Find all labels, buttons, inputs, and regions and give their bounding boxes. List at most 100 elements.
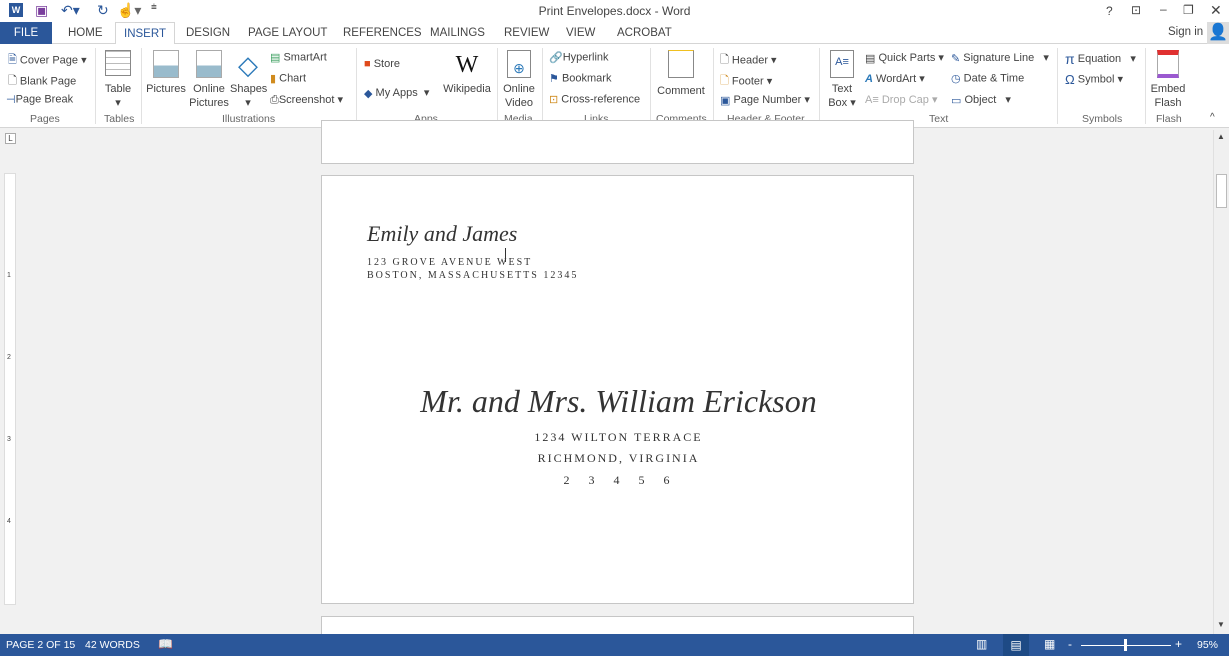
quick-parts-button[interactable]: ▤ Quick Parts ▾ (865, 51, 944, 65)
word-count[interactable]: 42 WORDS (85, 639, 140, 651)
pictures-button[interactable]: Pictures (145, 50, 187, 96)
date-time-button[interactable]: ◷ Date & Time (951, 72, 1024, 85)
my-apps-icon: ◆ (364, 87, 373, 100)
sign-in-link[interactable]: Sign in (1168, 26, 1203, 38)
page-number-icon: ▣ (720, 94, 731, 107)
minimize-button[interactable]: – (1160, 2, 1167, 16)
screenshot-button[interactable]: ⎙Screenshot ▾ (270, 93, 343, 107)
scroll-down-icon[interactable]: ▼ (1217, 620, 1225, 629)
wordart-button[interactable]: A WordArt ▾ (865, 72, 925, 85)
scrollbar-thumb[interactable] (1216, 174, 1227, 208)
cover-page-button[interactable]: 🗎 Cover Page ▾ (8, 51, 87, 70)
store-button[interactable]: ■ Store (364, 58, 400, 70)
tab-mailings[interactable]: MAILINGS (422, 22, 493, 44)
zoom-in-button[interactable]: + (1175, 637, 1182, 651)
envelope-page[interactable]: Emily and James 123 GROVE AVENUE WEST BO… (321, 175, 914, 604)
object-icon: ▭ (951, 94, 962, 107)
ruler-mark: 4 (7, 518, 11, 525)
cross-reference-icon: ⊡ (549, 94, 559, 106)
restore-button[interactable]: ❐ (1183, 3, 1194, 17)
zoom-out-button[interactable]: - (1068, 637, 1072, 651)
comment-button[interactable]: Comment (654, 50, 708, 98)
zoom-slider-thumb[interactable] (1124, 639, 1127, 651)
header-icon: 🗋 (720, 54, 729, 66)
tab-home[interactable]: HOME (60, 22, 111, 44)
avatar[interactable]: 👤 (1207, 22, 1229, 44)
tab-selector-icon[interactable]: L (5, 133, 16, 144)
group-label-pages: Pages (30, 113, 60, 125)
collapse-ribbon-icon[interactable]: ^ (1210, 112, 1215, 123)
table-button[interactable]: Table ▾ (100, 50, 136, 110)
group-label-text: Text (929, 113, 949, 125)
group-label-illustrations: Illustrations (222, 113, 276, 125)
proofing-icon[interactable]: 📖 (158, 637, 173, 651)
comment-icon (668, 50, 694, 78)
screenshot-icon: ⎙ (270, 93, 279, 106)
shapes-button[interactable]: ◇ Shapes ▾ (230, 50, 267, 110)
chart-button[interactable]: ▮ Chart (270, 72, 306, 85)
zoom-level[interactable]: 95% (1197, 639, 1218, 651)
online-video-button[interactable]: ⊕ Online Video (500, 50, 538, 110)
ribbon: 🗎 Cover Page ▾ 🗋 Blank Page ⊣Page Break … (0, 44, 1229, 128)
vertical-ruler[interactable]: 1 2 3 4 (4, 173, 16, 605)
signature-line-button[interactable]: ✎ Signature Line ▾ (951, 51, 1049, 65)
ribbon-tabs: FILE HOME INSERT DESIGN PAGE LAYOUT REFE… (0, 22, 1229, 45)
store-icon: ■ (364, 58, 371, 71)
my-apps-button[interactable]: ◆ My Apps ▾ (364, 86, 429, 100)
online-pictures-button[interactable]: Online Pictures (188, 50, 230, 110)
page-count[interactable]: PAGE 2 OF 15 (6, 639, 75, 651)
blank-page-button[interactable]: 🗋 Blank Page (8, 72, 76, 91)
wikipedia-button[interactable]: W Wikipedia (440, 50, 494, 96)
embed-flash-button[interactable]: Embed Flash (1148, 50, 1188, 110)
blank-page-icon: 🗋 (8, 75, 17, 87)
group-label-tables: Tables (104, 113, 135, 125)
tab-page-layout[interactable]: PAGE LAYOUT (240, 22, 335, 44)
tab-view[interactable]: VIEW (558, 22, 603, 44)
page-break-icon: ⊣ (6, 94, 16, 106)
group-label-symbols: Symbols (1082, 113, 1123, 125)
status-bar: PAGE 2 OF 15 42 WORDS 📖 ▥ ▤ ▦ - + 95% (0, 634, 1229, 656)
smartart-button[interactable]: ▤ SmartArt (270, 51, 327, 64)
tab-references[interactable]: REFERENCES (335, 22, 430, 44)
smartart-icon: ▤ (270, 52, 281, 64)
text-box-icon: A≡ (830, 50, 854, 78)
symbol-button[interactable]: Ω Symbol ▾ (1065, 72, 1123, 87)
drop-cap-button[interactable]: A≡ Drop Cap ▾ (865, 93, 937, 106)
cover-page-icon: 🗎 (8, 54, 17, 66)
tab-insert[interactable]: INSERT (115, 22, 175, 45)
tab-file[interactable]: FILE (0, 22, 52, 44)
page-number-button[interactable]: ▣ Page Number ▾ (720, 93, 810, 107)
shapes-icon: ◇ (238, 50, 258, 80)
read-mode-icon[interactable]: ▥ (976, 637, 987, 651)
object-button[interactable]: ▭ Object ▾ (951, 93, 1011, 107)
equation-button[interactable]: π Equation ▾ (1065, 51, 1136, 67)
text-box-button[interactable]: A≡ Text Box ▾ (824, 50, 860, 110)
drop-cap-icon: A≡ (865, 94, 879, 107)
page-break-button[interactable]: ⊣Page Break (6, 93, 73, 106)
scroll-up-icon[interactable]: ▲ (1217, 132, 1225, 141)
tab-design[interactable]: DESIGN (178, 22, 238, 44)
ruler-mark: 3 (7, 436, 11, 443)
tab-review[interactable]: REVIEW (496, 22, 557, 44)
wikipedia-icon: W (455, 52, 479, 78)
embed-flash-icon (1157, 50, 1179, 78)
tab-acrobat[interactable]: ACROBAT (609, 22, 680, 44)
footer-icon: 🗋 (720, 75, 729, 87)
chart-icon: ▮ (270, 73, 277, 85)
vertical-scrollbar[interactable]: ▲ ▼ (1213, 130, 1229, 634)
window-title: Print Envelopes.docx - Word (538, 4, 691, 18)
signature-line-icon: ✎ (951, 52, 961, 65)
ribbon-display-icon[interactable]: ⊡ (1131, 3, 1141, 17)
footer-button[interactable]: 🗋 Footer ▾ (720, 72, 772, 91)
hyperlink-icon: 🔗 (549, 52, 563, 64)
group-label-flash: Flash (1156, 113, 1182, 125)
header-button[interactable]: 🗋 Header ▾ (720, 51, 777, 70)
print-layout-icon[interactable]: ▤ (1003, 634, 1029, 656)
cross-reference-button[interactable]: ⊡ Cross-reference (549, 93, 640, 106)
hyperlink-button[interactable]: 🔗Hyperlink (549, 51, 609, 64)
table-icon (105, 50, 131, 76)
bookmark-button[interactable]: ⚑ Bookmark (549, 72, 611, 85)
close-button[interactable]: ✕ (1210, 2, 1222, 19)
web-layout-icon[interactable]: ▦ (1044, 637, 1055, 651)
help-button[interactable]: ? (1106, 4, 1113, 18)
